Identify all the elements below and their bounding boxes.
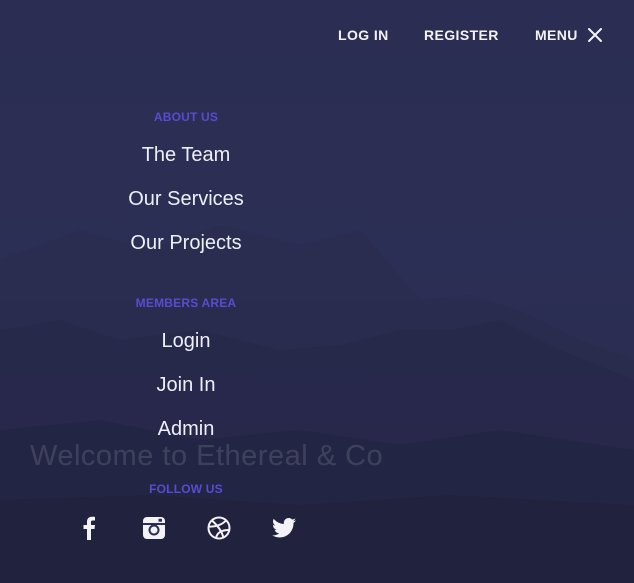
menu-panel: ABOUT US The Team Our Services Our Proje… xyxy=(0,0,372,583)
about-us-heading: ABOUT US xyxy=(153,110,219,124)
menu-link-login[interactable]: Login xyxy=(0,330,372,353)
menu-label: MENU xyxy=(535,27,578,43)
login-link[interactable]: LOG IN xyxy=(338,27,389,43)
menu-link-join-in[interactable]: Join In xyxy=(0,374,372,397)
close-icon xyxy=(587,28,602,42)
menu-link-the-team[interactable]: The Team xyxy=(0,144,372,167)
follow-us-heading: FOLLOW US xyxy=(149,482,223,496)
twitter-icon[interactable] xyxy=(268,512,300,544)
menu-toggle-button[interactable]: MENU xyxy=(535,27,602,43)
facebook-icon[interactable] xyxy=(73,512,105,544)
menu-link-our-services[interactable]: Our Services xyxy=(0,188,372,211)
top-navigation: LOG IN REGISTER MENU xyxy=(0,0,634,72)
register-link[interactable]: REGISTER xyxy=(424,27,499,43)
menu-link-our-projects[interactable]: Our Projects xyxy=(0,232,372,255)
members-area-heading: MEMBERS AREA xyxy=(135,296,237,310)
instagram-icon[interactable] xyxy=(138,512,170,544)
menu-link-admin[interactable]: Admin xyxy=(0,418,372,441)
dribbble-icon[interactable] xyxy=(203,512,235,544)
